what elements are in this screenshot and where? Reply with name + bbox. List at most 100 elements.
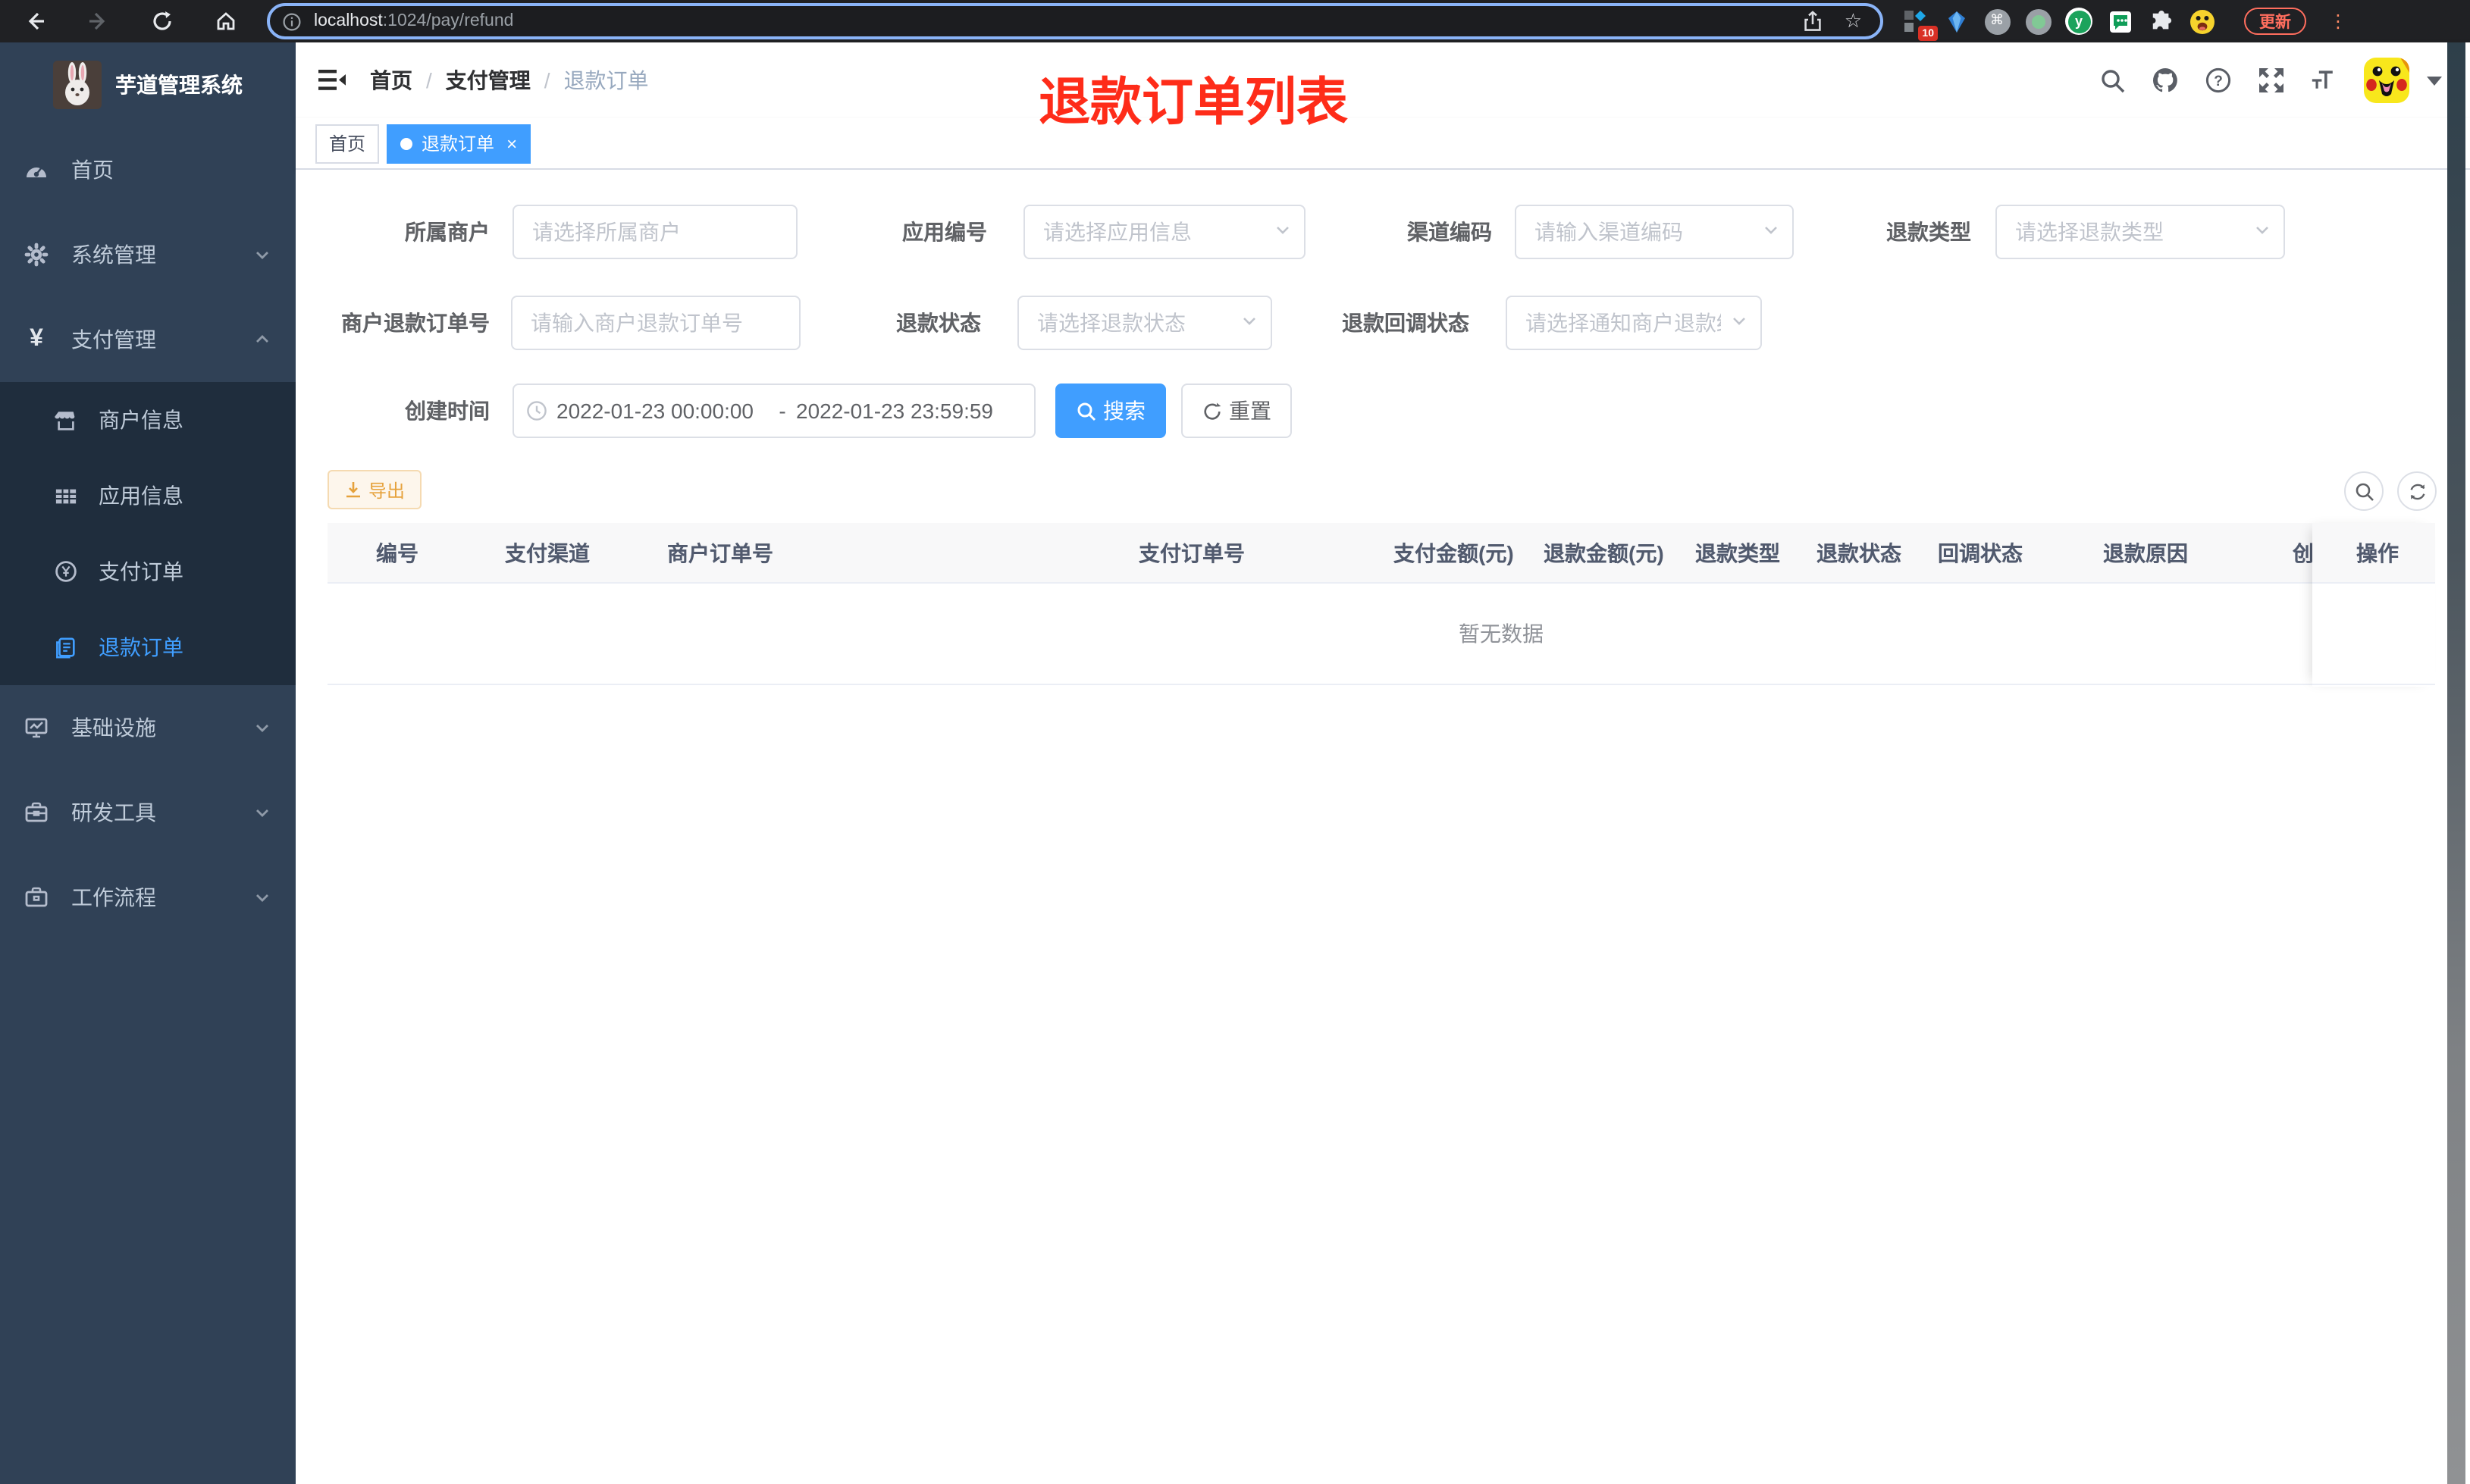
browser-back-icon[interactable] xyxy=(21,8,49,35)
search-icon[interactable] xyxy=(2099,67,2126,94)
user-avatar[interactable] xyxy=(2364,58,2409,103)
bookmark-star-icon[interactable]: ☆ xyxy=(1845,9,1862,33)
extensions-puzzle-icon[interactable] xyxy=(2147,8,2174,35)
app-logo-row[interactable]: 芋道管理系统 xyxy=(0,42,296,127)
window-scrollbar[interactable] xyxy=(2447,42,2465,1484)
refund-table: 编号 支付渠道 商户订单号 支付订单号 支付金额(元) 退款金额(元) 退款类型… xyxy=(328,523,2435,685)
sidebar-item-refund-order[interactable]: 退款订单 xyxy=(0,609,296,685)
merchant-refund-no-input[interactable] xyxy=(511,296,801,350)
callback-status-select[interactable] xyxy=(1506,296,1762,350)
sidebar-fold-icon[interactable] xyxy=(318,68,346,92)
extension-chat-icon[interactable] xyxy=(2106,8,2133,35)
action-column-body xyxy=(2312,584,2435,685)
tag-home[interactable]: 首页 xyxy=(315,124,380,163)
url-text: localhost:1024/pay/refund xyxy=(314,12,514,30)
filter-label-callback-status: 退款回调状态 xyxy=(1342,311,1469,335)
briefcase-icon xyxy=(24,885,49,909)
help-icon[interactable]: ? xyxy=(2205,67,2232,94)
fullscreen-icon[interactable] xyxy=(2258,67,2285,94)
app-select[interactable] xyxy=(1023,205,1306,259)
export-button[interactable]: 导出 xyxy=(328,470,422,509)
tag-close-icon[interactable]: × xyxy=(506,134,517,152)
extension-command-icon[interactable]: ⌘ xyxy=(1983,8,2011,35)
browser-forward-icon[interactable] xyxy=(85,8,112,35)
column-header: 回调状态 xyxy=(1938,540,2023,565)
monitor-chart-icon xyxy=(24,715,49,740)
browser-menu-icon[interactable]: ⋮ xyxy=(2329,12,2347,30)
filter-label-refund-status: 退款状态 xyxy=(896,311,981,335)
clock-icon xyxy=(526,400,547,421)
table-empty-row: 暂无数据 xyxy=(328,584,2435,685)
chevron-down-icon xyxy=(253,888,271,906)
extension-grid-icon[interactable]: 10 xyxy=(1901,8,1938,41)
breadcrumb-home[interactable]: 首页 xyxy=(370,65,412,95)
refresh-button[interactable] xyxy=(2397,471,2437,511)
filter-label-app: 应用编号 xyxy=(902,220,987,244)
filter-label-merchant-refund-no: 商户退款订单号 xyxy=(341,311,490,335)
show-search-toggle-button[interactable] xyxy=(2344,471,2384,511)
payment-submenu: 商户信息 应用信息 支付订单 退款订单 xyxy=(0,382,296,685)
extension-record-icon[interactable] xyxy=(2024,8,2052,35)
browser-home-icon[interactable] xyxy=(212,8,240,35)
extension-emoji-icon[interactable] xyxy=(2188,8,2215,35)
table-header-row: 编号 支付渠道 商户订单号 支付订单号 支付金额(元) 退款金额(元) 退款类型… xyxy=(328,523,2435,584)
column-header: 商户订单号 xyxy=(667,540,773,565)
toolbox-icon xyxy=(24,800,49,825)
merchant-select[interactable] xyxy=(512,205,798,259)
extension-badge: 10 xyxy=(1918,26,1938,41)
sidebar-item-system[interactable]: 系统管理 xyxy=(0,212,296,297)
share-icon[interactable] xyxy=(1804,11,1823,32)
sidebar-item-workflow[interactable]: 工作流程 xyxy=(0,855,296,940)
font-size-icon[interactable] xyxy=(2311,67,2338,94)
refund-type-select[interactable] xyxy=(1995,205,2285,259)
sidebar-item-infrastructure[interactable]: 基础设施 xyxy=(0,685,296,770)
sidebar-item-merchant-info[interactable]: 商户信息 xyxy=(0,382,296,458)
sidebar-item-dev-tools[interactable]: 研发工具 xyxy=(0,770,296,855)
navbar-actions: ? xyxy=(2099,42,2443,118)
empty-text: 暂无数据 xyxy=(1459,621,1544,646)
storefront-icon xyxy=(55,409,77,431)
column-header: 支付渠道 xyxy=(505,540,590,565)
date-start-value: 2022-01-23 00:00:00 xyxy=(556,399,754,423)
create-time-range-picker[interactable]: 2022-01-23 00:00:00 - 2022-01-23 23:59:5… xyxy=(512,384,1036,438)
breadcrumb: 首页 / 支付管理 / 退款订单 xyxy=(370,65,649,95)
sidebar-item-payment[interactable]: ¥ 支付管理 xyxy=(0,297,296,382)
reset-button[interactable]: 重置 xyxy=(1181,384,1292,438)
top-navbar: 首页 / 支付管理 / 退款订单 ? xyxy=(296,42,2470,118)
extension-gem-icon[interactable] xyxy=(1942,8,1970,35)
address-bar[interactable]: localhost:1024/pay/refund ☆ xyxy=(267,3,1883,39)
app-root: localhost:1024/pay/refund ☆ 10 ⌘ y 更新 ⋮ … xyxy=(0,0,2470,1484)
refund-document-icon xyxy=(55,636,77,659)
app-title: 芋道管理系统 xyxy=(115,73,243,97)
github-icon[interactable] xyxy=(2152,67,2179,94)
gear-icon xyxy=(24,243,49,267)
extensions-row: 10 ⌘ y 更新 ⋮ xyxy=(1901,8,2359,41)
site-info-icon[interactable] xyxy=(282,11,302,31)
date-end-value: 2022-01-23 23:59:59 xyxy=(796,399,993,423)
column-header-action: 操作 xyxy=(2312,523,2435,584)
search-button[interactable]: 搜索 xyxy=(1055,384,1166,438)
sidebar-item-pay-order[interactable]: 支付订单 xyxy=(0,534,296,609)
chevron-down-icon xyxy=(253,719,271,737)
browser-reload-icon[interactable] xyxy=(149,8,176,35)
tag-refund-order[interactable]: 退款订单 × xyxy=(387,124,531,163)
breadcrumb-current: 退款订单 xyxy=(563,68,649,92)
sidebar-item-app-info[interactable]: 应用信息 xyxy=(0,458,296,534)
channel-select[interactable] xyxy=(1515,205,1794,259)
sidebar-item-home[interactable]: 首页 xyxy=(0,127,296,212)
app-logo-rabbit-image xyxy=(53,61,102,109)
active-tag-dot xyxy=(400,137,413,149)
column-header: 支付金额(元) xyxy=(1393,540,1514,565)
column-header: 退款状态 xyxy=(1816,540,1901,565)
page-title-annotation: 退款订单列表 xyxy=(1039,74,1348,132)
refund-status-select[interactable] xyxy=(1017,296,1272,350)
column-header: 退款金额(元) xyxy=(1544,540,1664,565)
browser-update-button[interactable]: 更新 xyxy=(2244,8,2306,35)
caret-down-icon[interactable] xyxy=(2426,75,2443,86)
yen-icon: ¥ xyxy=(30,326,43,352)
extension-y-icon[interactable]: y xyxy=(2065,8,2092,35)
tags-view-bar: 首页 退款订单 × xyxy=(296,118,2470,170)
chevron-down-icon xyxy=(253,246,271,264)
breadcrumb-payment[interactable]: 支付管理 xyxy=(446,65,531,95)
filter-label-merchant: 所属商户 xyxy=(405,220,490,244)
